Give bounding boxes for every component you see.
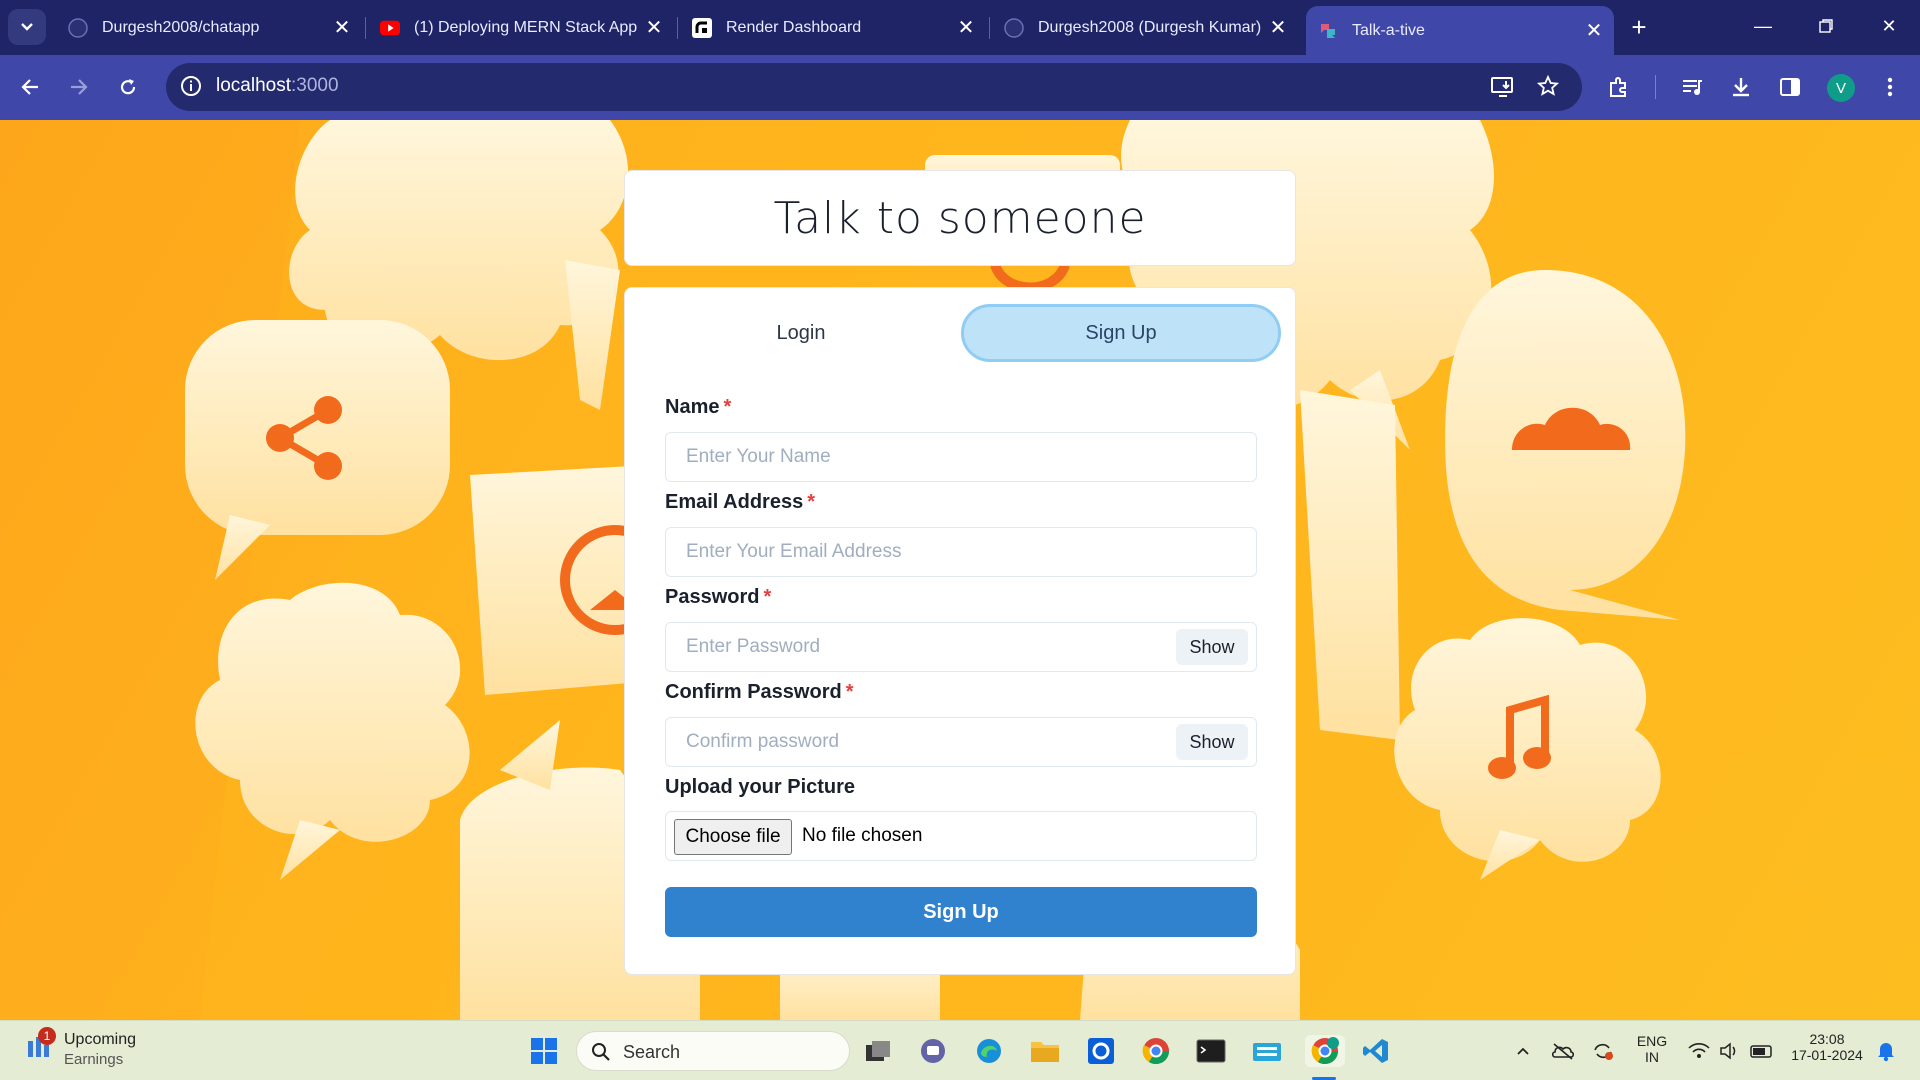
close-tab-icon[interactable]: ✕	[1264, 14, 1292, 42]
search-icon	[592, 1043, 610, 1061]
close-tab-icon[interactable]: ✕	[1580, 17, 1608, 45]
picture-label: Upload your Picture	[665, 776, 856, 798]
start-windows-icon[interactable]	[528, 1035, 560, 1067]
search-label: Search	[623, 1042, 681, 1062]
close-tab-icon[interactable]: ✕	[640, 14, 668, 42]
reload-icon[interactable]	[110, 69, 146, 105]
side-panel-icon[interactable]	[1772, 69, 1808, 105]
picture-upload-field[interactable]: Choose file No file chosen	[665, 811, 1257, 861]
name-field[interactable]	[665, 432, 1257, 482]
taskbar: 1 Upcoming Earnings Search ENG IN 23:08 …	[0, 1020, 1920, 1080]
minimize-icon[interactable]: —	[1740, 8, 1786, 44]
tab-strip: Durgesh2008/chatapp ✕ (1) Deploying MERN…	[0, 0, 1920, 55]
file-explorer-icon[interactable]	[1029, 1035, 1061, 1067]
browser-toolbar: localhost:3000 V	[0, 55, 1920, 120]
clock[interactable]: 23:08 17-01-2024	[1780, 1031, 1874, 1063]
browser-tab-5-active[interactable]: Talk-a-tive ✕	[1306, 6, 1614, 55]
confirm-password-field[interactable]: Show	[665, 717, 1257, 767]
github-icon	[1004, 17, 1024, 38]
site-info-icon[interactable]	[180, 75, 202, 102]
password-label: Password *	[665, 586, 772, 608]
widget-subtitle: Earnings	[64, 1051, 124, 1068]
back-icon[interactable]	[12, 69, 48, 105]
widgets-button[interactable]: 1 Upcoming Earnings	[26, 1027, 136, 1068]
menu-kebab-icon[interactable]	[1872, 69, 1908, 105]
tab-title: (1) Deploying MERN Stack App t	[414, 18, 640, 36]
toolbar-divider	[1655, 75, 1656, 99]
app-title: Talk to someone	[773, 192, 1147, 244]
render-icon	[692, 17, 712, 38]
profile-avatar[interactable]: V	[1827, 74, 1855, 102]
github-icon	[68, 17, 88, 38]
youtube-icon	[380, 18, 400, 38]
bookmark-star-icon[interactable]	[1536, 74, 1560, 102]
teams-chat-icon[interactable]	[917, 1035, 949, 1067]
vscode-icon[interactable]	[1360, 1035, 1392, 1067]
task-view-icon[interactable]	[862, 1035, 894, 1067]
media-controls-icon[interactable]	[1674, 69, 1710, 105]
taskbar-search-box[interactable]: Search	[576, 1031, 850, 1071]
tab-separator	[365, 17, 366, 39]
tab-title: Talk-a-tive	[1352, 21, 1425, 39]
address-bar[interactable]: localhost:3000	[166, 63, 1582, 111]
name-input[interactable]	[666, 433, 1256, 481]
email-label: Email Address *	[665, 491, 815, 513]
install-app-icon[interactable]	[1491, 76, 1515, 103]
password-input[interactable]	[666, 623, 1256, 671]
choose-file-button[interactable]: Choose file	[674, 819, 792, 855]
onedrive-icon[interactable]	[1547, 1035, 1579, 1067]
notification-badge: 1	[38, 1027, 56, 1045]
show-confirm-password-button[interactable]: Show	[1176, 724, 1248, 760]
sync-icon[interactable]	[1587, 1035, 1619, 1067]
widget-title: Upcoming	[64, 1031, 137, 1048]
tab-separator	[677, 17, 678, 39]
page-viewport: Talk to someone Login Sign Up Name* Emai…	[0, 120, 1920, 1020]
url-text: localhost:3000	[216, 75, 339, 96]
browser-tab-3[interactable]: Render Dashboard ✕	[680, 6, 986, 49]
chrome-profile-icon[interactable]	[1305, 1035, 1345, 1067]
tab-title: Durgesh2008/chatapp	[102, 18, 260, 36]
confirm-password-label: Confirm Password *	[665, 681, 854, 703]
tab-title: Durgesh2008 (Durgesh Kumar)	[1038, 18, 1262, 36]
file-status-text: No file chosen	[802, 825, 923, 846]
name-label: Name *	[665, 396, 732, 418]
close-tab-icon[interactable]: ✕	[952, 14, 980, 42]
auth-tabs: Login Sign Up	[641, 304, 1281, 362]
app-blue-icon[interactable]	[1085, 1035, 1117, 1067]
browser-tab-1[interactable]: Durgesh2008/chatapp ✕	[56, 6, 362, 49]
downloads-icon[interactable]	[1723, 69, 1759, 105]
keyboard-app-icon[interactable]	[1251, 1035, 1283, 1067]
tab-title: Render Dashboard	[726, 18, 862, 36]
auth-form-card: Login Sign Up Name* Email Address* Passw…	[624, 287, 1296, 975]
tab-signup[interactable]: Sign Up	[961, 304, 1281, 362]
forward-icon[interactable]	[61, 69, 97, 105]
tab-search-button[interactable]	[8, 9, 46, 45]
restore-icon[interactable]	[1803, 8, 1849, 44]
show-hidden-icons-chevron[interactable]	[1507, 1035, 1539, 1067]
chevron-down-icon	[21, 23, 33, 31]
browser-tab-2[interactable]: (1) Deploying MERN Stack App t ✕	[368, 6, 674, 49]
notification-bell-icon[interactable]	[1870, 1035, 1902, 1067]
browser-tab-4[interactable]: Durgesh2008 (Durgesh Kumar) ✕	[992, 6, 1298, 49]
close-tab-icon[interactable]: ✕	[328, 14, 356, 42]
network-volume-battery[interactable]	[1680, 1035, 1780, 1067]
chat-app-icon	[1318, 21, 1338, 41]
email-input[interactable]	[666, 528, 1256, 576]
close-window-icon[interactable]: ✕	[1866, 8, 1912, 44]
email-field[interactable]	[665, 527, 1257, 577]
show-password-button[interactable]: Show	[1176, 629, 1248, 665]
password-field[interactable]: Show	[665, 622, 1257, 672]
app-title-card: Talk to someone	[624, 170, 1296, 266]
tab-login[interactable]: Login	[641, 304, 961, 362]
extensions-icon[interactable]	[1601, 69, 1637, 105]
tab-separator	[989, 17, 990, 39]
language-indicator[interactable]: ENG IN	[1634, 1033, 1670, 1065]
chrome-icon[interactable]	[1140, 1035, 1172, 1067]
terminal-icon[interactable]	[1195, 1035, 1227, 1067]
confirm-password-input[interactable]	[666, 718, 1256, 766]
signup-submit-button[interactable]: Sign Up	[665, 887, 1257, 937]
edge-browser-icon[interactable]	[973, 1035, 1005, 1067]
new-tab-button[interactable]: +	[1624, 12, 1654, 42]
